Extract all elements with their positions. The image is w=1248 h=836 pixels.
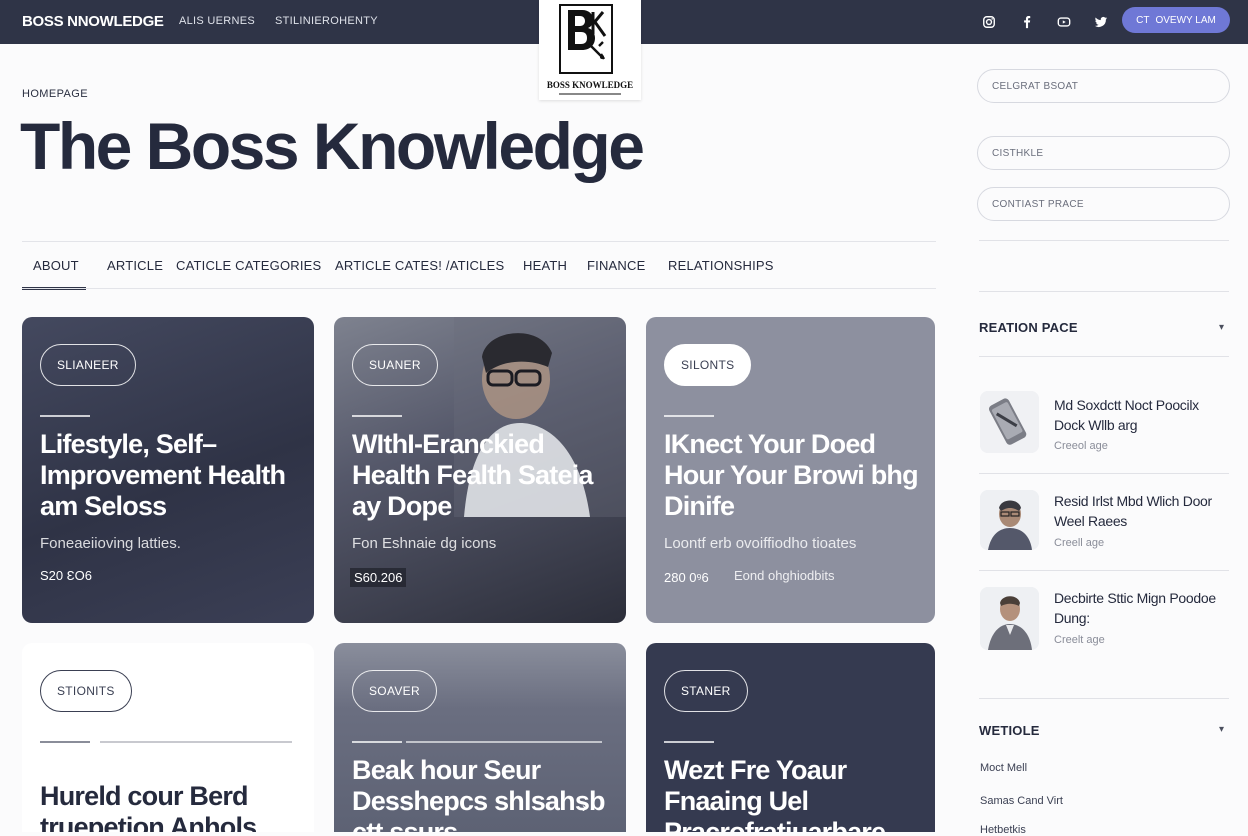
sidebar-divider <box>979 291 1229 292</box>
sidebar-divider <box>979 570 1229 571</box>
card-rule <box>664 741 714 743</box>
post-title[interactable]: Resid Irlst Mbd Wlich Door Weel Raees <box>1054 491 1229 531</box>
tab-relationships[interactable]: RELATIONSHIPS <box>668 258 774 273</box>
card-description: Foneaeiioving latties. <box>40 535 181 552</box>
page-title: The Boss Knowledge <box>20 109 645 183</box>
tab-article-categories[interactable]: CATICLE CATEGORIES <box>176 258 321 273</box>
card-title[interactable]: Lifestyle, Self–Improvement Health am Se… <box>40 429 302 522</box>
facebook-icon[interactable] <box>1016 11 1038 33</box>
card-description: Fon Eshnaie dg icons <box>352 535 497 552</box>
brand-name[interactable]: BOSS NNOWLEDGE <box>22 13 164 30</box>
post-title[interactable]: Md Soxdctt Noct Poocilx Dock Wllb arg <box>1054 395 1229 435</box>
card-title[interactable]: Hureld cour Berd truepetion Anhols <box>40 781 302 832</box>
sidebar-divider <box>979 698 1229 699</box>
article-card-2[interactable]: SUANER WIthI-Eranckied Health Fealth Sat… <box>334 317 626 623</box>
post-thumbnail[interactable] <box>980 587 1039 650</box>
top-nav-item-2[interactable]: STILINIEROHENTY <box>275 15 378 27</box>
post-meta: Creelt age <box>1054 634 1105 646</box>
chevron-down-icon[interactable]: ▾ <box>1219 322 1224 333</box>
tab-article[interactable]: ARTICLE <box>107 258 163 273</box>
logo-tagline-bar <box>559 93 621 95</box>
tab-about[interactable]: ABOUT <box>33 258 79 273</box>
post-meta: Creell age <box>1054 537 1105 549</box>
card-tag[interactable]: SUANER <box>352 344 438 386</box>
card-title[interactable]: Beak hour Seur Desshepcs shlsahsb ctt ss… <box>352 755 614 832</box>
card-tag[interactable]: STANER <box>664 670 748 712</box>
sidebar-section-heading[interactable]: REATION PACE <box>979 320 1078 335</box>
phone-thumb-icon <box>980 391 1039 453</box>
card-meta-secondary: Eond ohghiodbits <box>734 568 835 583</box>
tab-finance[interactable]: FINANCE <box>587 258 645 273</box>
card-rule-long <box>406 741 602 743</box>
post-meta: Creeol age <box>1054 440 1108 452</box>
card-rule <box>40 741 90 743</box>
card-title[interactable]: IKnect Your Doed Hour Your Browi bhg Din… <box>664 429 926 522</box>
chevron-right-icon[interactable]: › <box>582 799 587 815</box>
youtube-icon[interactable] <box>1053 11 1075 33</box>
cta-label: OVEWY LAM <box>1155 14 1216 26</box>
card-tag[interactable]: SILONTS <box>664 344 752 386</box>
sidebar-input-3[interactable]: CONTIAST PRACE <box>977 187 1230 221</box>
twitter-icon[interactable] <box>1090 11 1112 33</box>
article-card-4[interactable]: STIONITS Hureld cour Berd truepetion Anh… <box>22 643 314 832</box>
sidebar-divider <box>979 240 1229 241</box>
top-nav-item-1[interactable]: ALIS UERNES <box>179 15 255 27</box>
card-rule <box>40 415 90 417</box>
card-tag[interactable]: STIONITS <box>40 670 132 712</box>
tabs-divider-top <box>22 241 936 242</box>
card-meta: S20 ƐO6 <box>40 568 92 583</box>
logo-mark-icon <box>559 4 613 74</box>
card-title[interactable]: WIthI-Eranckied Health Fealth Sateia ay … <box>352 429 614 522</box>
breadcrumb[interactable]: HOMEPAGE <box>22 88 88 100</box>
post-thumbnail[interactable] <box>980 490 1039 550</box>
sidebar-section-heading[interactable]: WETIOLE <box>979 723 1040 738</box>
cta-button[interactable]: CT OVEWY LAM <box>1122 7 1230 33</box>
card-tag[interactable]: SOAVER <box>352 670 437 712</box>
card-tag[interactable]: SLIANEER <box>40 344 136 386</box>
article-card-1[interactable]: SLIANEER Lifestyle, Self–Improvement Hea… <box>22 317 314 623</box>
site-logo[interactable]: BOSS KNOWLEDGE <box>539 0 641 100</box>
card-meta: S60.206 <box>350 568 407 587</box>
man-thumb-icon <box>980 490 1039 550</box>
card-rule <box>352 741 402 743</box>
instagram-icon[interactable] <box>978 11 1000 33</box>
article-card-5[interactable]: SOAVER Beak hour Seur Desshepcs shlsahsb… <box>334 643 626 832</box>
sidebar-divider <box>979 356 1229 357</box>
man2-thumb-icon <box>980 587 1039 650</box>
logo-name: BOSS KNOWLEDGE <box>546 80 634 90</box>
sidebar-link[interactable]: Hetbetkis <box>980 824 1026 836</box>
sidebar-search-input[interactable]: CELGRAT BSOAT <box>977 69 1230 103</box>
card-rule-long <box>100 741 292 743</box>
card-meta: 280 0ꝰ6 <box>664 570 709 585</box>
tabs-divider-bottom <box>22 288 936 289</box>
chevron-down-icon[interactable]: ▾ <box>1219 724 1224 735</box>
card-title[interactable]: Wezt Fre Yoaur Fnaaing Uel Pracrofratiua… <box>664 755 926 832</box>
post-title[interactable]: Decbirte Sttic Mign Poodoe Dung: <box>1054 588 1229 628</box>
card-rule <box>352 415 402 417</box>
article-card-3[interactable]: SILONTS IKnect Your Doed Hour Your Browi… <box>646 317 935 623</box>
tab-article-cates[interactable]: ARTICLE CATES! /ATICLES <box>335 258 504 273</box>
sidebar-divider <box>979 473 1229 474</box>
card-description: Loontf erb ovoiffiodho tioates <box>664 535 857 552</box>
sidebar-input-2[interactable]: CISTHKLE <box>977 136 1230 170</box>
sidebar-link[interactable]: Moct Mell <box>980 762 1027 774</box>
article-card-6[interactable]: STANER Wezt Fre Yoaur Fnaaing Uel Pracro… <box>646 643 935 832</box>
card-rule <box>664 415 714 417</box>
cta-prefix: CT <box>1136 14 1150 26</box>
tab-health[interactable]: HEATH <box>523 258 567 273</box>
sidebar-link[interactable]: Samas Cand Virt <box>980 795 1063 807</box>
post-thumbnail[interactable] <box>980 391 1039 453</box>
